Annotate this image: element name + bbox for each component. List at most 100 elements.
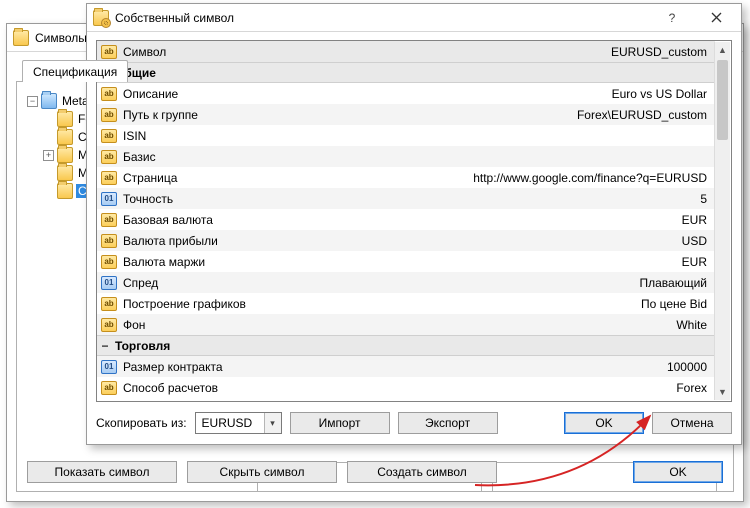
property-row[interactable]: abОписаниеEuro vs US Dollar (97, 83, 715, 104)
property-name: Построение графиков (121, 297, 246, 311)
property-name: Описание (121, 87, 178, 101)
property-value[interactable]: 100000 (223, 360, 715, 374)
text-icon: ab (97, 171, 121, 185)
gear-icon (101, 18, 111, 28)
dialog-footer: Скопировать из: EURUSD ▾ Импорт Экспорт … (96, 412, 732, 434)
property-name: Валюта маржи (121, 255, 205, 269)
text-icon: ab (97, 45, 121, 59)
text-icon: ab (97, 87, 121, 101)
property-row[interactable]: abСпособ расчетовForex (97, 377, 715, 398)
property-name: Способ расчетов (121, 381, 218, 395)
text-icon: ab (97, 129, 121, 143)
copy-from-combo[interactable]: EURUSD ▾ (195, 412, 282, 434)
number-icon: 01 (97, 192, 121, 206)
scroll-up-icon[interactable]: ▲ (715, 42, 730, 58)
vertical-scrollbar[interactable]: ▲ ▼ (714, 42, 730, 400)
close-icon (711, 12, 722, 23)
text-icon: ab (97, 213, 121, 227)
help-button[interactable]: ? (653, 4, 691, 32)
import-button[interactable]: Импорт (290, 412, 390, 434)
property-value[interactable]: http://www.google.com/finance?q=EURUSD (177, 171, 715, 185)
dialog-titlebar[interactable]: Собственный символ ? (87, 4, 741, 32)
property-group[interactable]: −Общие (97, 62, 715, 83)
property-name: Спред (121, 276, 158, 290)
create-symbol-button[interactable]: Создать символ (347, 461, 497, 483)
property-name: Точность (121, 192, 173, 206)
text-icon: ab (97, 318, 121, 332)
property-name: Размер контракта (121, 360, 223, 374)
chevron-down-icon[interactable]: ▾ (264, 413, 281, 433)
property-row[interactable]: abБазовая валютаEUR (97, 209, 715, 230)
property-name: ISIN (121, 129, 146, 143)
property-name: Путь к группе (121, 108, 198, 122)
folder-icon (57, 147, 73, 163)
property-grid[interactable]: abСимволEURUSD_custom−ОбщиеabОписаниеEur… (96, 40, 732, 402)
property-group[interactable]: −Торговля (97, 335, 715, 356)
close-button[interactable] (697, 4, 735, 32)
dialog-cancel-button[interactable]: Отмена (652, 412, 732, 434)
property-value[interactable]: Euro vs US Dollar (178, 87, 715, 101)
text-icon: ab (97, 297, 121, 311)
text-icon: ab (97, 150, 121, 164)
property-row[interactable]: abПостроение графиковПо цене Bid (97, 293, 715, 314)
custom-symbol-dialog: Собственный символ ? abСимволEURUSD_cust… (86, 3, 742, 445)
property-row[interactable]: abФонWhite (97, 314, 715, 335)
text-icon: ab (97, 108, 121, 122)
collapse-icon[interactable]: − (97, 339, 113, 353)
window-icon (13, 30, 29, 46)
property-row[interactable]: 01СпредПлавающий (97, 272, 715, 293)
property-name: Базис (121, 150, 156, 164)
number-icon: 01 (97, 276, 121, 290)
property-name: Базовая валюта (121, 213, 213, 227)
property-row[interactable]: abСимволEURUSD_custom (97, 41, 715, 62)
property-value[interactable]: EUR (205, 255, 715, 269)
parent-button-row: Показать символ Скрыть символ Создать си… (27, 461, 723, 483)
group-name: Торговля (113, 339, 170, 353)
folder-icon (57, 183, 73, 199)
property-row[interactable]: 01Точность5 (97, 188, 715, 209)
tab-specification[interactable]: Спецификация (22, 60, 128, 82)
property-name: Фон (121, 318, 145, 332)
tab-label: Спецификация (33, 65, 117, 79)
property-value[interactable]: USD (218, 234, 715, 248)
expander-icon[interactable]: + (43, 150, 54, 161)
property-row[interactable]: abВалюта прибылиUSD (97, 230, 715, 251)
property-row[interactable]: abБазис (97, 146, 715, 167)
server-icon (41, 93, 57, 109)
property-name: Символ (121, 45, 166, 59)
folder-icon (57, 111, 73, 127)
dialog-ok-button[interactable]: OK (564, 412, 644, 434)
scroll-down-icon[interactable]: ▼ (715, 384, 730, 400)
property-value[interactable]: 5 (173, 192, 715, 206)
show-symbol-button[interactable]: Показать символ (27, 461, 177, 483)
property-value[interactable]: EURUSD_custom (166, 45, 715, 59)
expander-icon[interactable]: − (27, 96, 38, 107)
folder-icon (57, 129, 73, 145)
parent-ok-button[interactable]: OK (633, 461, 723, 483)
copy-from-label: Скопировать из: (96, 416, 187, 430)
copy-from-value: EURUSD (196, 416, 264, 430)
export-button[interactable]: Экспорт (398, 412, 498, 434)
scroll-thumb[interactable] (717, 60, 728, 140)
property-value[interactable]: Плавающий (158, 276, 715, 290)
property-name: Страница (121, 171, 177, 185)
property-value[interactable]: White (145, 318, 715, 332)
property-row[interactable]: abВалюта маржиEUR (97, 251, 715, 272)
property-name: Валюта прибыли (121, 234, 218, 248)
property-value[interactable]: EUR (213, 213, 715, 227)
folder-icon (57, 165, 73, 181)
property-row[interactable]: abISIN (97, 125, 715, 146)
property-value[interactable]: Forex\EURUSD_custom (198, 108, 715, 122)
text-icon: ab (97, 255, 121, 269)
property-row[interactable]: abСтраницаhttp://www.google.com/finance?… (97, 167, 715, 188)
property-value[interactable]: По цене Bid (246, 297, 715, 311)
text-icon: ab (97, 234, 121, 248)
text-icon: ab (97, 381, 121, 395)
property-row[interactable]: 01Размер контракта100000 (97, 356, 715, 377)
number-icon: 01 (97, 360, 121, 374)
dialog-icon (93, 10, 109, 26)
property-value[interactable]: Forex (218, 381, 715, 395)
hide-symbol-button[interactable]: Скрыть символ (187, 461, 337, 483)
property-row[interactable]: abПуть к группеForex\EURUSD_custom (97, 104, 715, 125)
dialog-title: Собственный символ (115, 11, 647, 25)
